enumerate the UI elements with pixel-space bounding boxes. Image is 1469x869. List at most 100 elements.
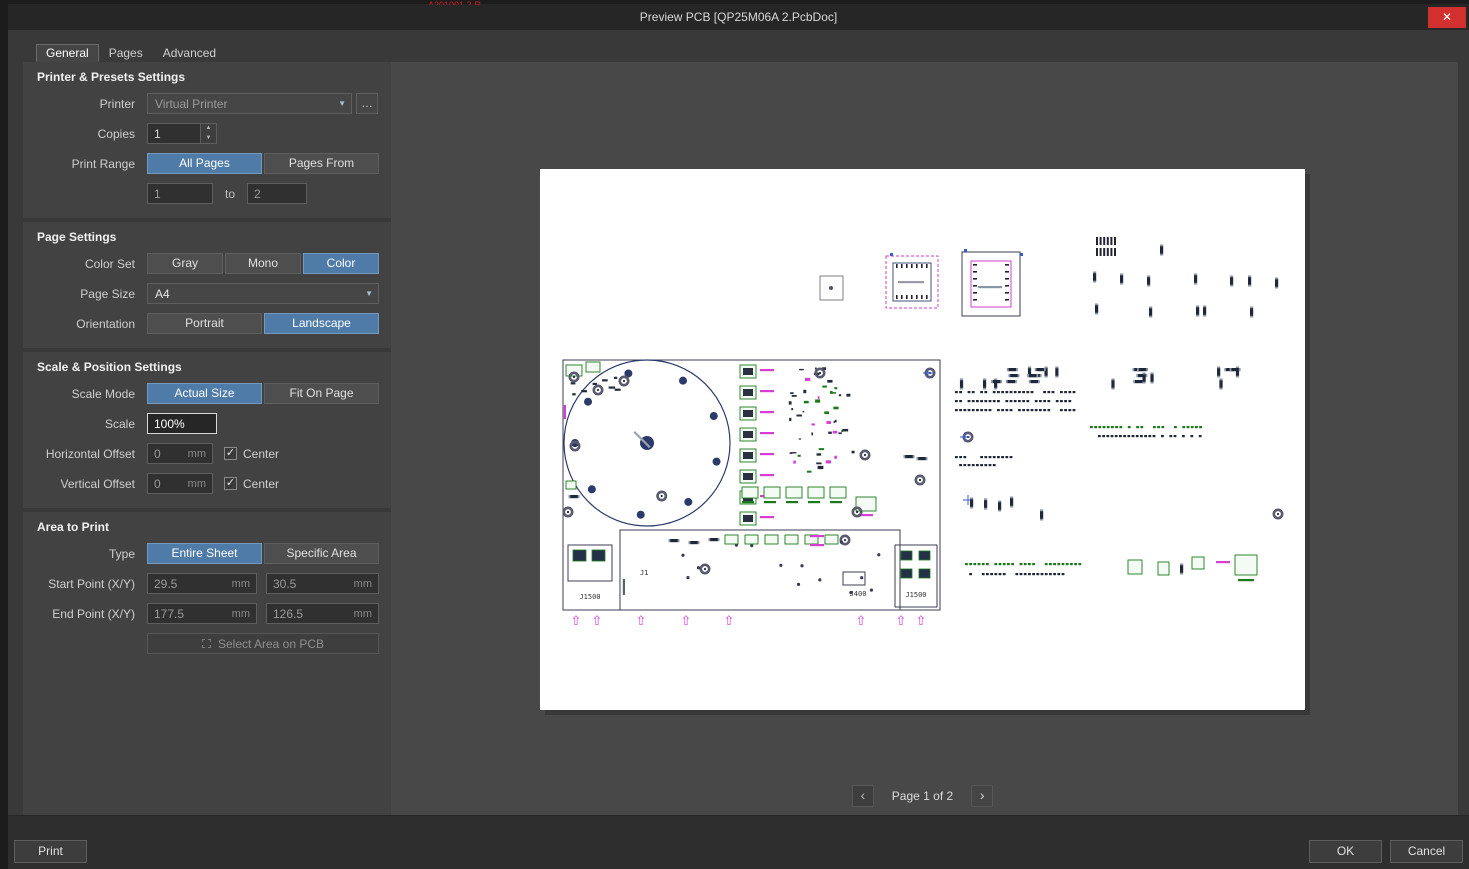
checkmark-icon: ✓: [226, 477, 235, 489]
end-y-input: 126.5 mm: [266, 603, 379, 624]
section-area-to-print: Area to Print Type Entire Sheet Specific…: [23, 512, 391, 815]
start-x-value: 29.5: [154, 577, 229, 591]
ellipsis-icon: …: [361, 96, 373, 110]
section-page-settings: Page Settings Color Set Gray Mono Color …: [23, 222, 391, 348]
start-y-value: 30.5: [273, 577, 351, 591]
page-settings-heading: Page Settings: [37, 230, 379, 244]
start-y-input: 30.5 mm: [266, 573, 379, 594]
pcb-label-j1500-left: J1500: [579, 593, 600, 601]
h-offset-input: 0 mm: [147, 443, 213, 464]
select-area-button: Select Area on PCB: [147, 633, 379, 654]
page-size-select[interactable]: A4 ▼: [147, 283, 379, 304]
svg-text:⇧: ⇧: [571, 614, 582, 629]
color-button[interactable]: Color: [303, 253, 379, 274]
landscape-button[interactable]: Landscape: [264, 313, 379, 334]
range-to-input: [247, 183, 307, 204]
tab-advanced[interactable]: Advanced: [153, 44, 226, 62]
pcb-label-j1500-right: J1500: [905, 591, 926, 599]
section-scale-position: Scale & Position Settings Scale Mode Act…: [23, 352, 391, 508]
type-label: Type: [35, 547, 135, 561]
svg-text:⇧: ⇧: [724, 614, 735, 629]
all-pages-button[interactable]: All Pages: [147, 153, 262, 174]
preview-pcb-dialog: Preview PCB [QP25M06A 2.PcbDoc] ✕ Genera…: [8, 4, 1469, 869]
pages-from-button[interactable]: Pages From: [264, 153, 379, 174]
page-size-value: A4: [155, 287, 361, 301]
start-point-label: Start Point (X/Y): [35, 577, 135, 591]
cancel-button[interactable]: Cancel: [1390, 840, 1463, 863]
svg-text:⇧: ⇧: [856, 614, 867, 629]
titlebar[interactable]: Preview PCB [QP25M06A 2.PcbDoc] ✕: [8, 4, 1469, 30]
svg-text:⇧: ⇧: [681, 614, 692, 629]
actual-size-button[interactable]: Actual Size: [147, 383, 262, 404]
pcb-preview-drawing: J1500 J1 J400 J1500 ⇧⇧⇧⇧⇧⇧⇧⇧: [540, 169, 1305, 710]
unit-label: mm: [354, 578, 372, 590]
orientation-label: Orientation: [35, 317, 135, 331]
v-center-checkbox[interactable]: ✓: [224, 477, 237, 490]
pcb-components: ⇧⇧⇧⇧⇧⇧⇧⇧: [564, 237, 1282, 629]
unit-label: mm: [232, 608, 250, 620]
spin-up-icon[interactable]: ▲: [201, 124, 216, 134]
print-button[interactable]: Print: [14, 840, 87, 863]
end-x-value: 177.5: [154, 607, 229, 621]
footer: Print OK Cancel: [8, 815, 1469, 869]
copies-input[interactable]: [147, 123, 201, 144]
v-offset-label: Vertical Offset: [35, 477, 135, 491]
ok-button[interactable]: OK: [1309, 840, 1382, 863]
range-to-label: to: [225, 187, 235, 201]
settings-panel: Printer & Presets Settings Printer Virtu…: [23, 62, 391, 815]
h-offset-value: 0: [154, 447, 185, 461]
page-size-label: Page Size: [35, 287, 135, 301]
scale-label: Scale: [35, 417, 135, 431]
unit-label: mm: [188, 448, 206, 460]
scale-input[interactable]: [147, 413, 217, 434]
window-title: Preview PCB [QP25M06A 2.PcbDoc]: [640, 10, 837, 24]
tab-general[interactable]: General: [36, 44, 99, 62]
gray-button[interactable]: Gray: [147, 253, 223, 274]
preview-page[interactable]: J1500 J1 J400 J1500 ⇧⇧⇧⇧⇧⇧⇧⇧: [540, 169, 1305, 710]
svg-text:⇧: ⇧: [636, 614, 647, 629]
svg-text:⇧: ⇧: [916, 614, 927, 629]
specific-area-button[interactable]: Specific Area: [264, 543, 379, 564]
entire-sheet-button[interactable]: Entire Sheet: [147, 543, 262, 564]
portrait-button[interactable]: Portrait: [147, 313, 262, 334]
printer-more-button[interactable]: …: [356, 93, 378, 114]
tab-strip: General Pages Advanced: [36, 44, 226, 62]
scale-position-heading: Scale & Position Settings: [37, 360, 379, 374]
color-set-label: Color Set: [35, 257, 135, 271]
spin-down-icon[interactable]: ▼: [201, 134, 216, 144]
chevron-right-icon: ›: [980, 787, 985, 803]
clipped-red-text: A201001 2-R: [428, 0, 481, 5]
v-offset-value: 0: [154, 477, 185, 491]
dialog-body: Printer & Presets Settings Printer Virtu…: [8, 62, 1469, 815]
start-x-input: 29.5 mm: [147, 573, 257, 594]
page-indicator: Page 1 of 2: [892, 789, 953, 803]
chevron-down-icon: ▼: [338, 99, 346, 108]
pcb-static: J1500 J1 J400 J1500: [563, 252, 1020, 610]
prev-page-button[interactable]: ‹: [852, 785, 874, 807]
scale-mode-label: Scale Mode: [35, 387, 135, 401]
mono-button[interactable]: Mono: [225, 253, 301, 274]
next-page-button[interactable]: ›: [971, 785, 993, 807]
range-from-input: [147, 183, 213, 204]
end-x-input: 177.5 mm: [147, 603, 257, 624]
copies-label: Copies: [35, 127, 135, 141]
preview-panel: J1500 J1 J400 J1500 ⇧⇧⇧⇧⇧⇧⇧⇧ ‹ Page 1 of…: [391, 62, 1458, 815]
unit-label: mm: [354, 608, 372, 620]
v-offset-input: 0 mm: [147, 473, 213, 494]
svg-text:⇧: ⇧: [592, 614, 603, 629]
close-icon: ✕: [1442, 10, 1452, 24]
section-printer-presets: Printer & Presets Settings Printer Virtu…: [23, 62, 391, 218]
printer-value: Virtual Printer: [155, 97, 334, 111]
copies-spinner[interactable]: ▲ ▼: [201, 123, 217, 144]
close-button[interactable]: ✕: [1428, 7, 1466, 28]
pager: ‹ Page 1 of 2 ›: [540, 785, 1305, 807]
fit-on-page-button[interactable]: Fit On Page: [264, 383, 379, 404]
printer-select[interactable]: Virtual Printer ▼: [147, 93, 352, 114]
end-point-label: End Point (X/Y): [35, 607, 135, 621]
pcb-label-j1: J1: [640, 569, 648, 577]
unit-label: mm: [232, 578, 250, 590]
select-area-icon: [202, 639, 211, 648]
tab-pages[interactable]: Pages: [99, 44, 153, 62]
printer-presets-heading: Printer & Presets Settings: [37, 70, 379, 84]
h-center-checkbox[interactable]: ✓: [224, 447, 237, 460]
